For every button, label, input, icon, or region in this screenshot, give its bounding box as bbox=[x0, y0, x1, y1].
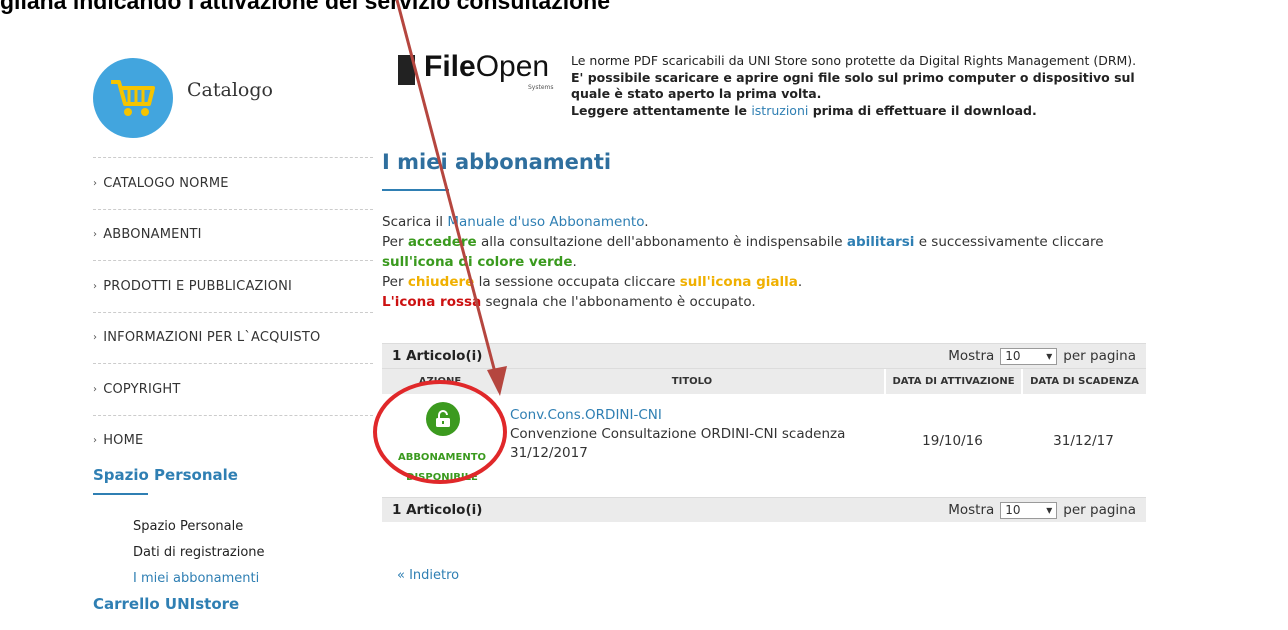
back-link[interactable]: « Indietro bbox=[397, 568, 459, 583]
table-row: ABBONAMENTO DISPONIBILE Conv.Cons.ORDINI… bbox=[382, 394, 1146, 497]
personal-link-dati[interactable]: Dati di registrazione bbox=[133, 545, 265, 560]
show-label: Mostra bbox=[948, 348, 995, 364]
per-page-select[interactable]: 10 ▾ bbox=[1000, 347, 1058, 365]
intro-accedere: accedere bbox=[407, 234, 477, 250]
catalog-label[interactable]: Catalogo bbox=[187, 79, 273, 101]
show-label: Mostra bbox=[948, 502, 995, 518]
chevron-right-icon: › bbox=[93, 332, 98, 344]
sidebar-nav: › CATALOGO NORME › ABBONAMENTI › PRODOTTI E… bbox=[93, 157, 373, 466]
sidebar-item-copyright[interactable]: › COPYRIGHT bbox=[93, 363, 373, 415]
per-page-label: per pagina bbox=[1063, 348, 1136, 364]
intro-text-part: Per bbox=[382, 274, 408, 290]
intro-text-part: e successivamente cliccare bbox=[914, 234, 1104, 250]
intro-text-part: . bbox=[572, 254, 577, 270]
personal-link-spazio[interactable]: Spazio Personale bbox=[133, 519, 243, 534]
intro-text-part: . bbox=[797, 274, 803, 290]
intro-text-part: Per bbox=[382, 234, 408, 250]
item-count: 1 Articolo(i) bbox=[392, 502, 483, 518]
istruzioni-link[interactable]: istruzioni bbox=[751, 103, 808, 118]
title-underline bbox=[382, 189, 449, 191]
heading-underline bbox=[93, 493, 148, 495]
fileopen-logo-sub: Systems bbox=[528, 84, 554, 91]
annotation-title: gliana indicando l'attivazione del servi… bbox=[0, 0, 610, 14]
header-azione: AZIONE bbox=[382, 369, 498, 394]
sidebar-item-prodotti[interactable]: › PRODOTTI E PUBBLICAZIONI bbox=[93, 260, 373, 312]
unlock-icon bbox=[436, 410, 450, 427]
intro-green-icon-text: sull'icona di colore verde bbox=[382, 254, 573, 270]
subscription-status: ABBONAMENTO DISPONIBILE bbox=[397, 452, 487, 483]
table-toolbar-bottom: 1 Articolo(i) Mostra 10 ▾ per pagina bbox=[382, 497, 1146, 522]
sidebar-item-label: ABBONAMENTI bbox=[103, 227, 202, 243]
intro-line1-post: . bbox=[644, 214, 649, 230]
subscription-description: Convenzione Consultazione ORDINI-CNI sca… bbox=[510, 426, 846, 461]
per-page-value: 10 bbox=[1005, 503, 1021, 517]
chevron-right-icon: › bbox=[93, 280, 98, 292]
sidebar-item-informazioni[interactable]: › INFORMAZIONI PER L`ACQUISTO bbox=[93, 311, 373, 364]
open-subscription-button[interactable] bbox=[426, 402, 460, 436]
sidebar-item-label: PRODOTTI E PUBBLICAZIONI bbox=[103, 278, 293, 294]
header-titolo: TITOLO bbox=[500, 369, 884, 394]
drm-notice: Le norme PDF scaricabili da UNI Store so… bbox=[571, 53, 1171, 119]
per-page-value: 10 bbox=[1005, 349, 1021, 363]
table-toolbar-top: 1 Articolo(i) Mostra 10 ▾ per pagina bbox=[382, 343, 1146, 368]
intro-yellow-icon-text: sull'icona gialla bbox=[679, 274, 798, 290]
intro-line1-pre: Scarica il bbox=[382, 214, 448, 230]
fileopen-logo-mark bbox=[398, 55, 415, 85]
page-title: I miei abbonamenti bbox=[382, 150, 612, 174]
expiry-date: 31/12/17 bbox=[1053, 432, 1114, 449]
title-cell: Conv.Cons.ORDINI-CNI Convenzione Consult… bbox=[500, 394, 884, 497]
intro-text: Scarica il Manuale d'uso Abbonamento. Pe… bbox=[382, 212, 1162, 312]
intro-chiudere: chiudere bbox=[407, 274, 475, 290]
per-page-select[interactable]: 10 ▾ bbox=[1000, 501, 1058, 519]
header-attivazione: DATA DI ATTIVAZIONE bbox=[886, 369, 1021, 394]
personal-space-heading: Spazio Personale bbox=[93, 466, 238, 484]
fileopen-logo-bold: File bbox=[424, 50, 476, 83]
chevron-right-icon: › bbox=[93, 177, 98, 189]
chevron-right-icon: › bbox=[93, 435, 98, 447]
sidebar-item-catalogo-norme[interactable]: › CATALOGO NORME bbox=[93, 157, 373, 209]
sidebar-item-home[interactable]: › HOME bbox=[93, 414, 373, 467]
fileopen-logo: FileOpen Systems bbox=[398, 50, 558, 92]
per-page-label: per pagina bbox=[1063, 502, 1136, 518]
intro-text-part: segnala che l'abbonamento è occupato. bbox=[481, 294, 756, 310]
sidebar-item-abbonamenti[interactable]: › ABBONAMENTI bbox=[93, 208, 373, 261]
intro-red-icon-text: L'icona rossa bbox=[382, 294, 482, 310]
sidebar-item-label: HOME bbox=[103, 433, 144, 449]
drm-notice-line3-pre: Leggere attentamente le bbox=[571, 102, 752, 118]
header-scadenza: DATA DI SCADENZA bbox=[1023, 369, 1146, 394]
chevron-right-icon: › bbox=[93, 229, 98, 241]
sidebar-item-label: CATALOGO NORME bbox=[103, 175, 229, 191]
drm-notice-line2: E' possibile scaricare e aprire ogni fil… bbox=[571, 69, 1135, 102]
drm-notice-line1: Le norme PDF scaricabili da UNI Store so… bbox=[571, 53, 1137, 68]
cart-heading[interactable]: Carrello UNIstore bbox=[93, 595, 239, 613]
sidebar-item-label: INFORMAZIONI PER L`ACQUISTO bbox=[103, 330, 321, 346]
action-cell: ABBONAMENTO DISPONIBILE bbox=[382, 394, 500, 497]
subscription-code-link[interactable]: Conv.Cons.ORDINI-CNI bbox=[510, 406, 884, 425]
table-header: AZIONE TITOLO DATA DI ATTIVAZIONE DATA D… bbox=[382, 368, 1146, 394]
chevron-down-icon: ▾ bbox=[1046, 349, 1053, 363]
intro-text-part: la sessione occupata cliccare bbox=[474, 274, 680, 290]
catalog-cart-logo[interactable] bbox=[93, 58, 173, 138]
personal-link-abbonamenti[interactable]: I miei abbonamenti bbox=[133, 571, 259, 586]
abilitarsi-link[interactable]: abilitarsi bbox=[847, 234, 915, 250]
chevron-down-icon: ▾ bbox=[1046, 503, 1053, 517]
drm-notice-line3-post: prima di effettuare il download. bbox=[808, 102, 1037, 118]
subscriptions-table: 1 Articolo(i) Mostra 10 ▾ per pagina AZIO… bbox=[382, 343, 1146, 522]
sidebar-item-label: COPYRIGHT bbox=[103, 381, 181, 397]
chevron-right-icon: › bbox=[93, 383, 98, 395]
activation-date: 19/10/16 bbox=[922, 432, 983, 449]
intro-text-part: alla consultazione dell'abbonamento è in… bbox=[476, 234, 847, 250]
shopping-cart-icon bbox=[111, 80, 155, 116]
item-count: 1 Articolo(i) bbox=[392, 348, 483, 364]
fileopen-logo-rest: Open bbox=[475, 50, 550, 83]
manual-link[interactable]: Manuale d'uso Abbonamento bbox=[447, 214, 644, 230]
